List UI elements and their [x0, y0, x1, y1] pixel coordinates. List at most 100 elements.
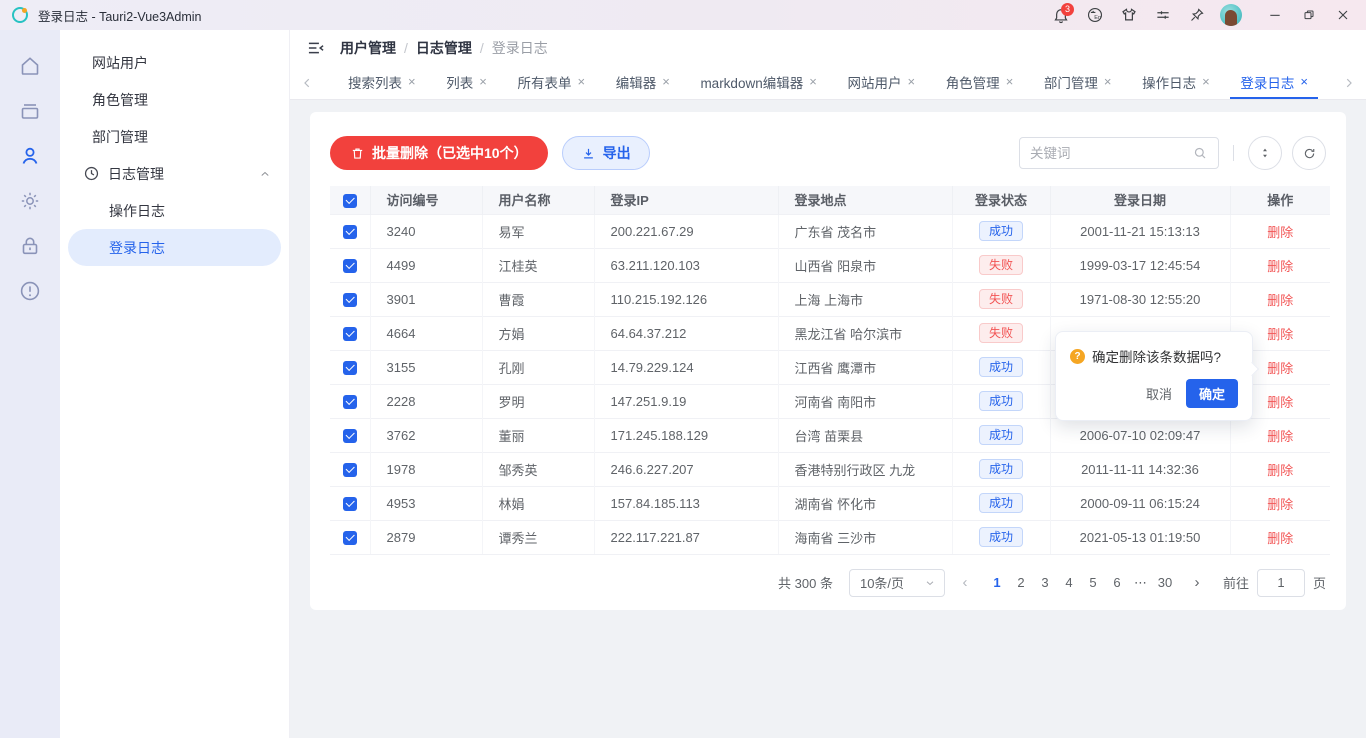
tab-label: 所有表单 — [517, 72, 571, 92]
minimize-button[interactable] — [1260, 2, 1290, 28]
row-checkbox[interactable] — [343, 361, 357, 375]
tab-close-icon[interactable]: × — [408, 75, 416, 88]
sidebar-item-role-mgmt[interactable]: 角色管理 — [60, 81, 289, 118]
sidebar-item-login-log[interactable]: 登录日志 — [68, 229, 281, 266]
tab-item[interactable]: 操作日志× — [1132, 66, 1220, 99]
page-number[interactable]: 30 — [1153, 571, 1177, 595]
select-all-checkbox[interactable] — [343, 194, 357, 208]
home-icon[interactable] — [18, 54, 42, 78]
tab-close-icon[interactable]: × — [1104, 75, 1112, 88]
row-checkbox[interactable] — [343, 293, 357, 307]
delete-link[interactable]: 删除 — [1267, 361, 1293, 376]
column-sort-button[interactable] — [1248, 136, 1282, 170]
page-size-select[interactable]: 10条/页 — [849, 569, 945, 597]
menu-fold-icon[interactable] — [306, 38, 326, 58]
tab-close-icon[interactable]: × — [1006, 75, 1014, 88]
page-list: 123456⋯30 — [985, 571, 1177, 595]
tab-close-icon[interactable]: × — [809, 75, 817, 88]
tabs-scroll-left-icon[interactable] — [290, 66, 324, 99]
tab-item[interactable]: 所有表单 × — [507, 66, 595, 99]
tab-item[interactable]: 角色管理× — [936, 66, 1024, 99]
tab-label: 登录日志 — [1240, 72, 1294, 92]
drawer-icon[interactable] — [18, 99, 42, 123]
delete-link[interactable]: 删除 — [1267, 497, 1293, 512]
row-checkbox[interactable] — [343, 463, 357, 477]
tab-item[interactable]: 部门管理× — [1034, 66, 1122, 99]
next-page-button[interactable]: › — [1185, 574, 1209, 591]
row-checkbox[interactable] — [343, 327, 357, 341]
row-checkbox[interactable] — [343, 429, 357, 443]
close-button[interactable] — [1328, 2, 1358, 28]
cell-user-name: 罗明 — [482, 384, 594, 418]
delete-link[interactable]: 删除 — [1267, 327, 1293, 342]
delete-link[interactable]: 删除 — [1267, 293, 1293, 308]
tab-item[interactable]: 列表× — [436, 66, 497, 99]
cell-login-ip: 200.221.67.29 — [594, 214, 778, 248]
tabs-scroll-right-icon[interactable] — [1332, 66, 1366, 99]
gear-icon[interactable] — [18, 189, 42, 213]
row-checkbox[interactable] — [343, 497, 357, 511]
row-checkbox[interactable] — [343, 225, 357, 239]
theme-shirt-icon[interactable] — [1114, 2, 1144, 28]
confirm-button[interactable]: 确定 — [1186, 379, 1238, 408]
cell-login-ip: 246.6.227.207 — [594, 452, 778, 486]
tab-close-icon[interactable]: × — [1300, 75, 1308, 88]
language-icon[interactable]: En — [1080, 2, 1110, 28]
tab-item[interactable]: 编辑器× — [606, 66, 680, 99]
lock-icon[interactable] — [18, 234, 42, 258]
page-number[interactable]: 6 — [1105, 571, 1129, 595]
total-count: 共 300 条 — [778, 573, 833, 592]
alert-circle-icon[interactable] — [18, 279, 42, 303]
row-checkbox[interactable] — [343, 395, 357, 409]
sidebar-item-label: 操作日志 — [109, 201, 165, 221]
delete-link[interactable]: 删除 — [1267, 259, 1293, 274]
tab-item[interactable]: 登录日志 × — [1230, 66, 1318, 99]
batch-delete-button[interactable]: 批量删除（已选中10个） — [330, 136, 548, 170]
settings-sliders-icon[interactable] — [1148, 2, 1178, 28]
notification-bell-icon[interactable]: 3 — [1046, 2, 1076, 28]
page-ellipsis[interactable]: ⋯ — [1129, 571, 1153, 595]
row-checkbox[interactable] — [343, 259, 357, 273]
breadcrumb-item[interactable]: 用户管理 — [340, 38, 396, 58]
search-input[interactable] — [1030, 146, 1192, 161]
page-number[interactable]: 2 — [1009, 571, 1033, 595]
trash-icon — [350, 146, 365, 161]
sidebar-item-dept-mgmt[interactable]: 部门管理 — [60, 118, 289, 155]
tab-close-icon[interactable]: × — [1202, 75, 1210, 88]
svg-text:En: En — [1094, 15, 1101, 21]
tab-close-icon[interactable]: × — [577, 75, 585, 88]
avatar[interactable] — [1220, 4, 1242, 26]
page-number[interactable]: 4 — [1057, 571, 1081, 595]
maximize-button[interactable] — [1294, 2, 1324, 28]
cell-visit-id: 2879 — [370, 520, 482, 554]
delete-link[interactable]: 删除 — [1267, 395, 1293, 410]
page-number[interactable]: 5 — [1081, 571, 1105, 595]
tab-item[interactable]: 网站用户× — [837, 66, 925, 99]
cell-visit-id: 3762 — [370, 418, 482, 452]
sidebar-item-operation-log[interactable]: 操作日志 — [60, 192, 289, 229]
cell-login-location: 广东省 茂名市 — [778, 214, 952, 248]
prev-page-button[interactable]: ‹ — [953, 574, 977, 591]
page-number[interactable]: 3 — [1033, 571, 1057, 595]
pin-icon[interactable] — [1182, 2, 1212, 28]
tab-close-icon[interactable]: × — [662, 75, 670, 88]
tab-item[interactable]: markdown编辑器× — [690, 66, 826, 99]
export-button[interactable]: 导出 — [562, 136, 650, 170]
delete-link[interactable]: 删除 — [1267, 225, 1293, 240]
tab-close-icon[interactable]: × — [479, 75, 487, 88]
row-checkbox[interactable] — [343, 531, 357, 545]
users-icon[interactable] — [18, 144, 42, 168]
breadcrumb-item[interactable]: 日志管理 — [416, 38, 472, 58]
cancel-button[interactable]: 取消 — [1146, 384, 1172, 403]
refresh-button[interactable] — [1292, 136, 1326, 170]
tab-item[interactable]: 搜索列表× — [338, 66, 426, 99]
sidebar-group-log-mgmt[interactable]: 日志管理 — [60, 155, 289, 192]
status-badge: 成功 — [979, 391, 1023, 411]
sidebar-item-site-users[interactable]: 网站用户 — [60, 44, 289, 81]
goto-page-input[interactable] — [1257, 569, 1305, 597]
tab-close-icon[interactable]: × — [907, 75, 915, 88]
delete-link[interactable]: 删除 — [1267, 463, 1293, 478]
delete-link[interactable]: 删除 — [1267, 531, 1293, 546]
page-number[interactable]: 1 — [985, 571, 1009, 595]
delete-link[interactable]: 删除 — [1267, 429, 1293, 444]
